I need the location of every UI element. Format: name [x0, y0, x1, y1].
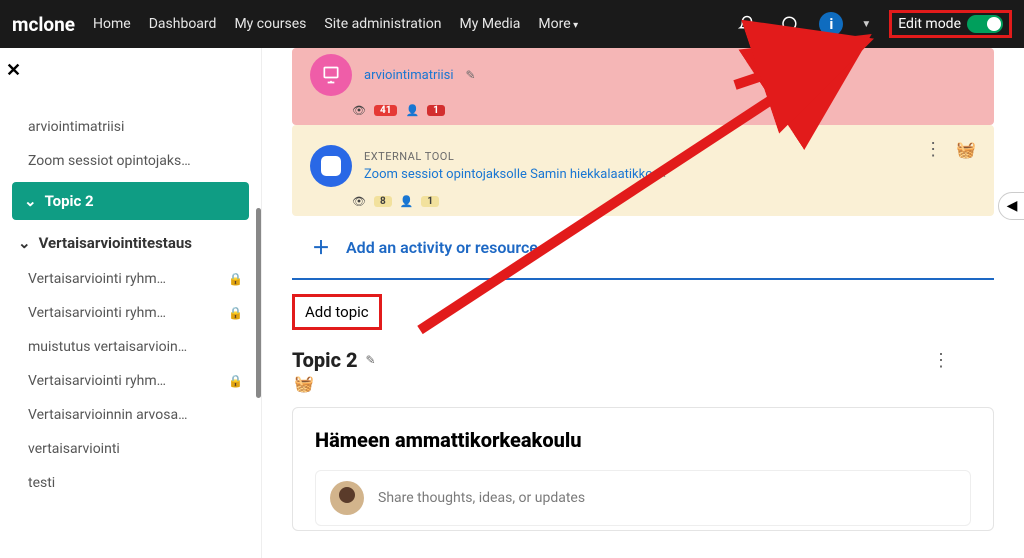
badge-count: 41 [374, 105, 397, 116]
badge-count: 8 [374, 196, 392, 207]
post-composer[interactable]: Share thoughts, ideas, or updates [315, 470, 971, 526]
sidebar-item[interactable]: testi [6, 466, 255, 500]
sidebar-item[interactable]: Vertaisarviointi ryhm…🔒 [6, 364, 255, 398]
user-menu-caret-icon[interactable]: ▼ [861, 19, 871, 30]
brand-logo[interactable]: mclone [12, 13, 75, 36]
add-topic-button[interactable]: Add topic [292, 294, 382, 330]
user-avatar-icon[interactable]: i [819, 12, 843, 36]
scrollbar-thumb[interactable] [256, 208, 261, 398]
person-icon: 👤 [400, 195, 414, 208]
workshop-icon [310, 54, 352, 96]
pencil-icon[interactable]: ✎ [366, 353, 376, 367]
sidebar-item-arviointimatriisi[interactable]: arviointimatriisi [6, 110, 255, 144]
chat-icon[interactable] [777, 12, 801, 36]
close-sidebar-icon[interactable]: ✕ [6, 60, 21, 81]
person-icon: 👤 [405, 104, 419, 117]
add-activity-button[interactable]: ＋ Add an activity or resource [292, 216, 994, 278]
nav-mycourses[interactable]: My courses [234, 16, 306, 32]
eye-icon: 👁 [352, 104, 366, 117]
sidebar-item[interactable]: Vertaisarvioinnin arvosa… [6, 398, 255, 432]
basket-icon[interactable]: 🧺 [956, 140, 976, 159]
editmode-highlight: Edit mode [889, 10, 1012, 38]
nav-dashboard[interactable]: Dashboard [149, 16, 217, 32]
sidebar-item-zoom[interactable]: Zoom sessiot opintojaks… [6, 144, 255, 178]
sidebar-item[interactable]: Vertaisarviointi ryhm…🔒 [6, 296, 255, 330]
section-divider [292, 278, 994, 280]
lock-icon: 🔒 [228, 374, 243, 388]
post-placeholder: Share thoughts, ideas, or updates [378, 490, 585, 506]
eye-icon: 👁 [352, 195, 366, 208]
course-index-sidebar: ✕ arviointimatriisi Zoom sessiot opintoj… [0, 48, 262, 558]
activity-link[interactable]: Zoom sessiot opintojaksolle Samin hiekka… [364, 167, 653, 182]
kebab-menu-icon[interactable]: ⋮ [932, 350, 950, 371]
sidebar-vertaisarviointitestaus[interactable]: ⌄ Vertaisarviointitestaus [6, 224, 255, 262]
bell-icon[interactable] [735, 12, 759, 36]
user-avatar-icon [330, 481, 364, 515]
activity-arviointimatriisi: arviointimatriisi ✎ 👁 41 👤 1 [292, 48, 994, 125]
forum-card: Hämeen ammattikorkeakoulu Share thoughts… [292, 407, 994, 531]
lock-icon: 🔒 [228, 272, 243, 286]
sidebar-item[interactable]: Vertaisarviointi ryhm…🔒 [6, 262, 255, 296]
pencil-icon[interactable]: ✎ [466, 68, 476, 82]
nav-more[interactable]: More [538, 16, 578, 32]
activity-link[interactable]: arviointimatriisi [364, 68, 454, 83]
plus-icon: ＋ [312, 234, 330, 260]
lock-icon: 🔒 [228, 306, 243, 320]
activity-type-label: EXTERNAL TOOL [364, 150, 667, 163]
chevron-down-icon: ⌄ [24, 192, 37, 210]
kebab-menu-icon[interactable]: ⋮ [924, 139, 942, 160]
sidebar-group-label: Vertaisarviointitestaus [39, 234, 192, 252]
sidebar-item[interactable]: vertaisarviointi [6, 432, 255, 466]
nav-mymedia[interactable]: My Media [460, 16, 521, 32]
sidebar-topic2[interactable]: ⌄ Topic 2 [12, 182, 249, 220]
forum-title: Hämeen ammattikorkeakoulu [315, 428, 971, 452]
add-activity-label: Add an activity or resource [346, 238, 538, 257]
top-navbar: mclone Home Dashboard My courses Site ad… [0, 0, 1024, 48]
main-content: arviointimatriisi ✎ 👁 41 👤 1 EXTERNAL TO… [262, 48, 1024, 558]
badge-count: 1 [427, 105, 445, 116]
editmode-label: Edit mode [898, 16, 961, 32]
badge-count: 1 [421, 196, 439, 207]
editmode-toggle[interactable] [967, 15, 1003, 33]
externaltool-icon [310, 145, 352, 187]
drawer-toggle-icon[interactable]: ◀ [998, 192, 1024, 220]
nav-siteadmin[interactable]: Site administration [324, 16, 441, 32]
basket-icon[interactable]: 🧺 [292, 374, 994, 393]
nav-home[interactable]: Home [93, 16, 131, 32]
topic-heading: Topic 2 [292, 348, 358, 372]
pencil-icon[interactable]: ✎ [657, 167, 667, 181]
sidebar-topic2-label: Topic 2 [45, 192, 94, 210]
activity-zoom: EXTERNAL TOOL Zoom sessiot opintojaksoll… [292, 125, 994, 216]
sidebar-item[interactable]: muistutus vertaisarvioin… [6, 330, 255, 364]
chevron-down-icon: ⌄ [18, 234, 31, 252]
